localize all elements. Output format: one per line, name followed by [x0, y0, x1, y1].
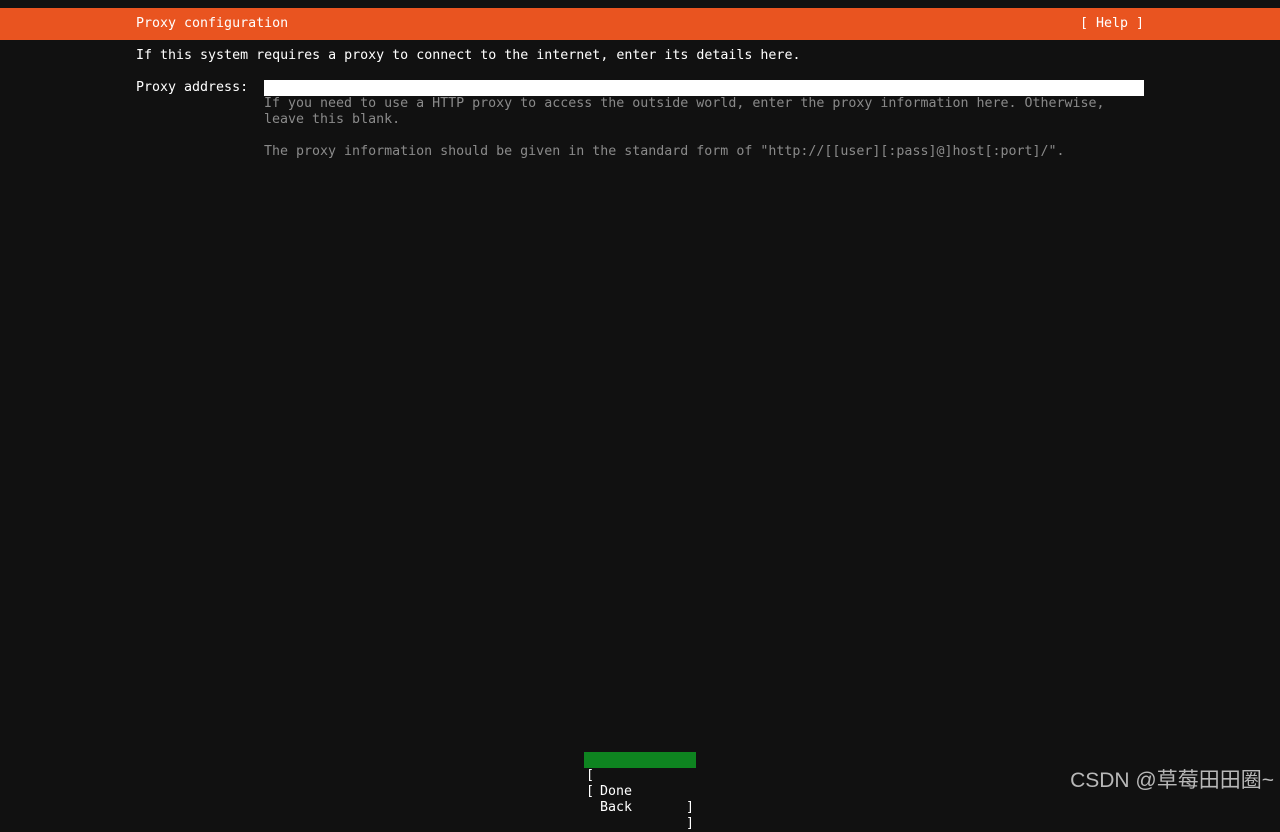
- help-button[interactable]: [ Help ]: [1080, 16, 1144, 32]
- proxy-help-line: leave this blank.: [264, 112, 401, 127]
- bracket-close: ]: [685, 816, 694, 831]
- proxy-address-label: Proxy address:: [136, 80, 249, 95]
- done-label: Done: [600, 784, 633, 799]
- top-strip: [0, 0, 1280, 8]
- intro-text: If this system requires a proxy to conne…: [136, 48, 801, 63]
- back-label: Back: [600, 800, 633, 815]
- done-button[interactable]: [ Done ]: [584, 752, 696, 815]
- proxy-help-line: If you need to use a HTTP proxy to acces…: [264, 96, 1105, 111]
- page-title: Proxy configuration: [136, 16, 289, 31]
- proxy-format-hint: The proxy information should be given in…: [264, 144, 1065, 159]
- bracket-open: [: [586, 784, 595, 799]
- back-button[interactable]: [ Back ]: [584, 768, 696, 831]
- bracket-close: ]: [685, 800, 694, 815]
- header-bar: Proxy configuration [ Help ]: [0, 8, 1280, 40]
- watermark: CSDN @草莓田田圈~: [1070, 769, 1274, 792]
- proxy-address-input[interactable]: [264, 80, 1144, 96]
